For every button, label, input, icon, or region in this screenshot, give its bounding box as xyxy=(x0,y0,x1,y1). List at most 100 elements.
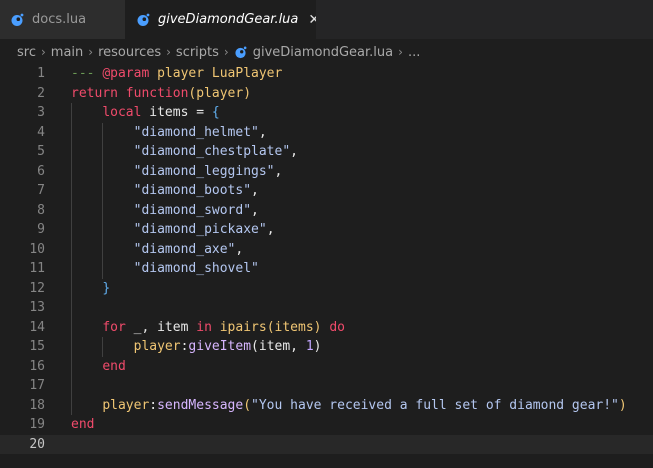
breadcrumb-item-main[interactable]: main xyxy=(51,45,83,60)
code-line[interactable]: 6 "diamond_leggings", xyxy=(0,161,653,181)
breadcrumb-item-scripts[interactable]: scripts xyxy=(176,45,219,60)
code-token: "diamond_helmet" xyxy=(133,124,259,140)
code-line[interactable]: 1 --- @param player LuaPlayer xyxy=(0,64,653,84)
code-editor[interactable]: 1 --- @param player LuaPlayer 2 return func… xyxy=(0,64,653,468)
lua-file-icon xyxy=(11,13,24,26)
code-token: ) xyxy=(618,397,627,413)
chevron-right-icon: › xyxy=(223,45,229,59)
line-number: 13 xyxy=(29,300,45,315)
code-text: for _, item in ipairs(items) do xyxy=(71,318,345,338)
code-text: player:sendMessage("You have received a … xyxy=(71,396,627,416)
line-number: 9 xyxy=(37,222,45,237)
code-token: , xyxy=(251,202,259,218)
code-token: --- xyxy=(71,66,103,81)
code-token: { xyxy=(211,105,220,120)
breadcrumb-item-symbols[interactable]: ... xyxy=(408,45,420,60)
line-number: 2 xyxy=(37,85,45,101)
code-token: for xyxy=(102,319,126,335)
code-token: end xyxy=(102,358,126,374)
code-line[interactable]: 8 "diamond_sword", xyxy=(0,200,653,220)
code-text: "diamond_boots", xyxy=(71,181,259,201)
line-number: 12 xyxy=(29,280,45,296)
indent-guide xyxy=(71,298,72,318)
code-line[interactable]: 5 "diamond_chestplate", xyxy=(0,142,653,162)
code-token: , xyxy=(235,241,244,257)
tab-give-diamond-gear-lua[interactable]: giveDiamondGear.lua ✕ xyxy=(126,0,320,39)
code-line[interactable]: 17 xyxy=(0,376,653,396)
code-line[interactable]: 11 "diamond_shovel" xyxy=(0,259,653,279)
lua-file-icon xyxy=(235,46,247,58)
tab-bar: docs.lua giveDiamondGear.lua ✕ xyxy=(0,0,653,39)
code-token: player xyxy=(102,397,150,413)
line-number: 10 xyxy=(29,241,45,257)
code-token: giveItem xyxy=(188,339,252,354)
code-token: items = xyxy=(141,105,212,120)
code-line[interactable]: 19 end xyxy=(0,415,653,435)
code-text: local items = { xyxy=(71,103,220,123)
breadcrumb-item-src[interactable]: src xyxy=(17,45,36,60)
code-token: (player) xyxy=(188,85,252,101)
code-line[interactable]: 7 "diamond_boots", xyxy=(0,181,653,201)
line-number: 16 xyxy=(29,358,45,374)
code-line[interactable]: 18 player:sendMessage("You have received… xyxy=(0,395,653,416)
breadcrumb-item-resources[interactable]: resources xyxy=(98,45,161,60)
code-token: , xyxy=(258,124,267,140)
tab-bar-empty-area xyxy=(316,0,653,39)
code-token: "diamond_chestplate" xyxy=(133,144,291,159)
code-line[interactable]: 10 "diamond_axe", xyxy=(0,239,653,259)
code-line[interactable]: 2 return function(player) xyxy=(0,84,653,104)
chevron-right-icon: › xyxy=(398,45,403,59)
line-number: 11 xyxy=(29,261,45,276)
code-token: return function xyxy=(71,85,189,101)
code-line[interactable]: 12 } xyxy=(0,278,653,299)
code-token: ipairs(items) xyxy=(211,319,330,335)
line-number: 18 xyxy=(29,397,45,413)
line-number: 17 xyxy=(29,378,45,393)
code-line[interactable]: 14 for _, item in ipairs(items) do xyxy=(0,317,653,338)
code-token: "diamond_sword" xyxy=(133,202,252,218)
line-number: 7 xyxy=(37,183,45,198)
line-number: 14 xyxy=(29,319,45,335)
code-token: _, item xyxy=(125,319,197,335)
code-text: "diamond_shovel" xyxy=(71,259,259,279)
code-line[interactable]: 13 xyxy=(0,298,653,318)
code-token: do xyxy=(329,319,345,335)
code-text: } xyxy=(71,279,110,299)
breadcrumb-item-file[interactable]: giveDiamondGear.lua xyxy=(253,45,393,60)
code-token: player LuaPlayer xyxy=(149,66,283,81)
code-token: @param xyxy=(102,66,150,81)
code-line[interactable]: 16 end xyxy=(0,356,653,377)
code-line[interactable]: 15 player:giveItem(item, 1) xyxy=(0,337,653,357)
code-text: --- @param player LuaPlayer xyxy=(71,64,282,84)
code-line[interactable]: 20 xyxy=(0,434,653,454)
chevron-right-icon: › xyxy=(40,45,46,59)
code-token: local xyxy=(102,105,142,120)
chevron-right-icon: › xyxy=(88,45,94,59)
lua-file-icon xyxy=(137,13,150,26)
tab-docs-lua[interactable]: docs.lua xyxy=(0,0,126,39)
code-text: end xyxy=(71,357,126,377)
code-line[interactable]: 9 "diamond_pickaxe", xyxy=(0,220,653,240)
code-token: end xyxy=(71,417,95,432)
line-number: 8 xyxy=(37,202,45,218)
line-number: 15 xyxy=(29,339,45,354)
code-line[interactable]: 3 local items = { xyxy=(0,103,653,123)
code-line[interactable]: 4 "diamond_helmet", xyxy=(0,122,653,142)
line-number: 3 xyxy=(37,105,45,120)
code-token: in xyxy=(196,319,212,335)
code-text: player:giveItem(item, 1) xyxy=(71,337,322,357)
code-token: sendMessage xyxy=(157,397,244,413)
code-token: "diamond_axe" xyxy=(133,241,236,257)
code-token: , xyxy=(266,222,275,237)
